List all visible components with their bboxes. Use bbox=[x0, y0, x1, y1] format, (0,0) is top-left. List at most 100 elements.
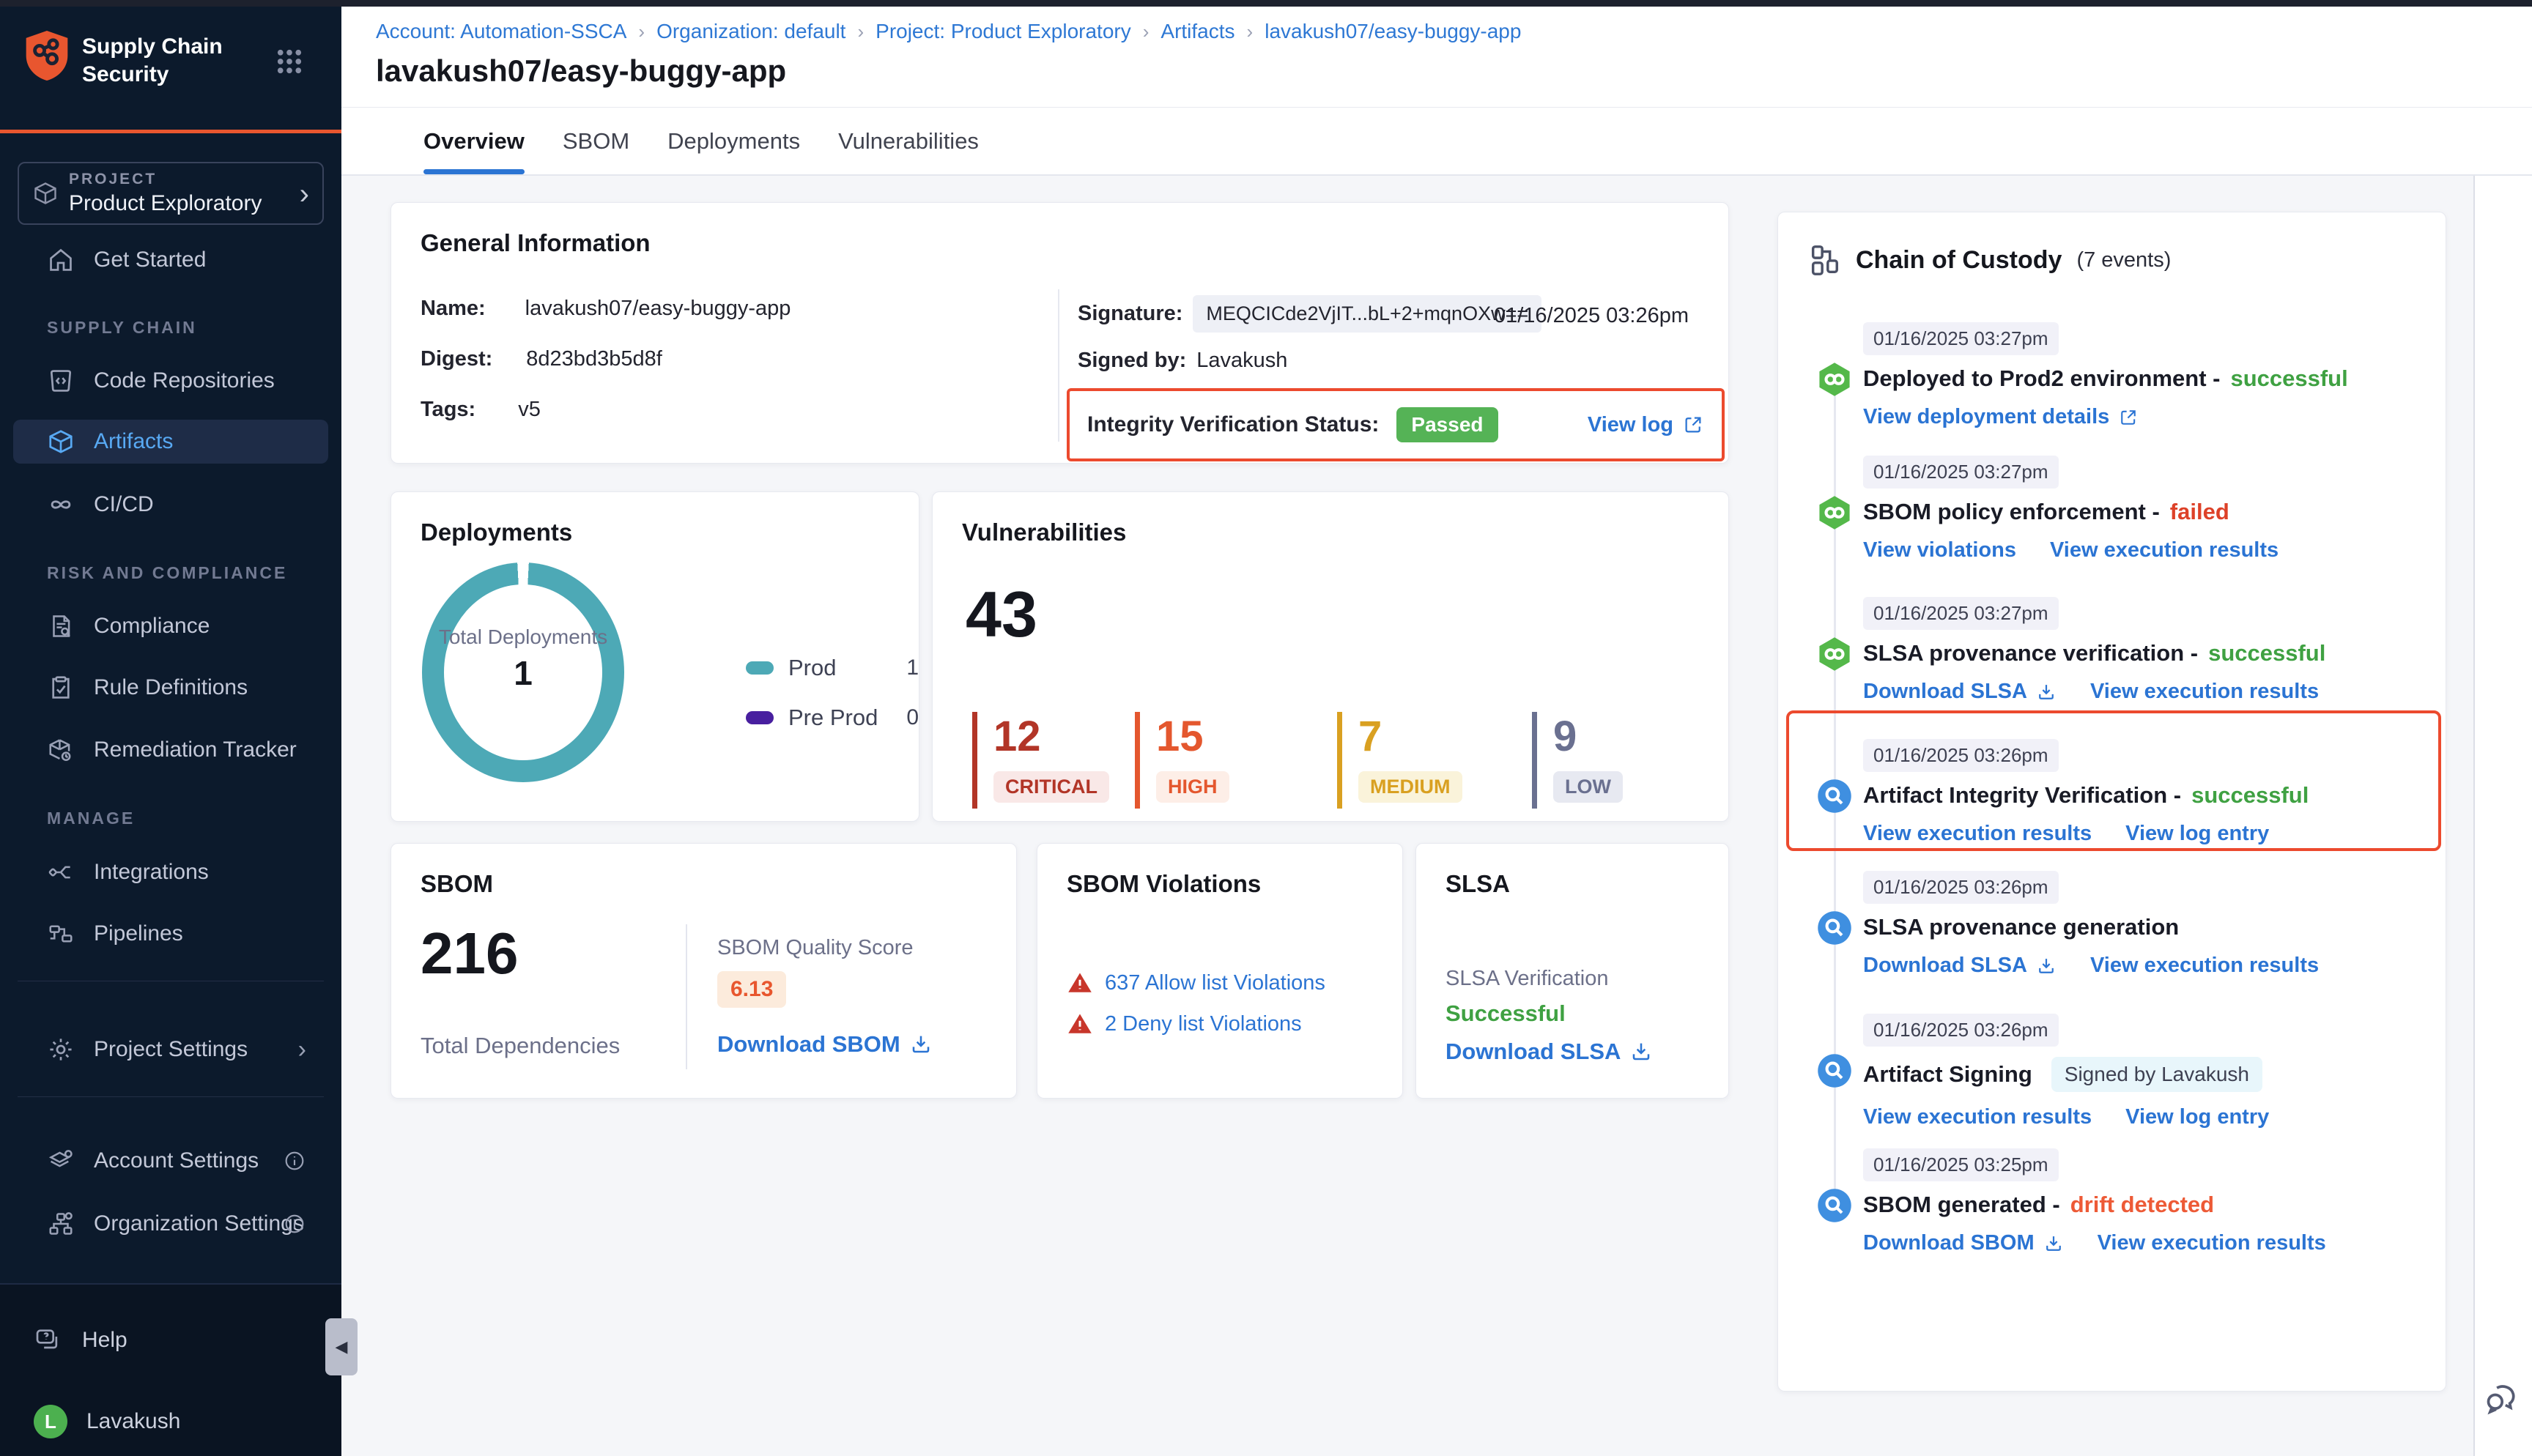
legend-item-preprod: Pre Prod 0 bbox=[746, 705, 919, 731]
chain-event-deployed-prod2: 01/16/2025 03:27pm Deployed to Prod2 env… bbox=[1778, 322, 2446, 429]
sidebar-item-label: Project Settings bbox=[94, 1037, 248, 1062]
download-slsa-link[interactable]: Download SLSA bbox=[1863, 954, 2057, 978]
sidebar-item-cicd[interactable]: CI/CD bbox=[13, 483, 328, 527]
event-title: SLSA provenance verification - bbox=[1863, 640, 2198, 666]
deny-list-violations-row: 2 Deny list Violations bbox=[1067, 1011, 1302, 1037]
sidebar-item-code-repositories[interactable]: Code Repositories bbox=[13, 359, 328, 403]
signature-value-chip: MEQCICde2VjIT...bL+2+mqnOXw== bbox=[1193, 295, 1541, 333]
artifact-name-value: lavakush07/easy-buggy-app bbox=[525, 297, 791, 321]
sbom-total: 216 bbox=[421, 920, 518, 987]
tab-vulnerabilities[interactable]: Vulnerabilities bbox=[838, 107, 979, 176]
view-execution-results-link[interactable]: View execution results bbox=[2090, 680, 2319, 704]
feedback-chat-icon[interactable] bbox=[2481, 1377, 2522, 1418]
breadcrumb-separator: › bbox=[638, 21, 645, 43]
view-execution-results-link[interactable]: View execution results bbox=[1863, 822, 2092, 846]
view-execution-results-link[interactable]: View execution results bbox=[2050, 538, 2279, 562]
slsa-verification-label: SLSA Verification bbox=[1445, 967, 1608, 991]
sidebar-item-artifacts[interactable]: Artifacts bbox=[13, 420, 328, 464]
app-switcher-grid-icon[interactable] bbox=[274, 46, 305, 77]
chain-events-count: (7 events) bbox=[2076, 248, 2171, 272]
download-icon bbox=[1629, 1040, 1653, 1063]
sidebar-item-pipelines[interactable]: Pipelines bbox=[13, 912, 328, 956]
view-execution-results-link[interactable]: View execution results bbox=[1863, 1105, 2092, 1129]
chain-event-artifact-integrity: 01/16/2025 03:26pm Artifact Integrity Ve… bbox=[1778, 739, 2446, 846]
user-name: Lavakush bbox=[86, 1409, 180, 1434]
low-count: 9 bbox=[1553, 712, 1623, 761]
sidebar-item-integrations[interactable]: Integrations bbox=[13, 850, 328, 894]
warning-triangle-icon bbox=[1067, 1011, 1093, 1037]
stat-critical: 12 CRITICAL bbox=[972, 712, 1109, 809]
download-sbom-link[interactable]: Download SBOM bbox=[1863, 1231, 2064, 1255]
card-title: Deployments bbox=[421, 519, 572, 546]
general-information-card: General Information Name: lavakush07/eas… bbox=[390, 202, 1729, 464]
tags-label: Tags: bbox=[421, 398, 475, 422]
sidebar-section-manage: MANAGE bbox=[47, 809, 135, 828]
signing-search-icon bbox=[1815, 1052, 1854, 1090]
download-icon bbox=[2043, 1233, 2064, 1254]
donut-center-text: Total Deployments 1 bbox=[422, 624, 624, 693]
event-title: Artifact Integrity Verification - bbox=[1863, 782, 2181, 809]
tab-deployments[interactable]: Deployments bbox=[667, 107, 800, 176]
vulnerabilities-total: 43 bbox=[966, 577, 1037, 652]
sidebar-item-compliance[interactable]: Compliance bbox=[13, 604, 328, 648]
sidebar-collapse-handle[interactable]: ◀ bbox=[325, 1318, 358, 1375]
sidebar-item-rule-definitions[interactable]: Rule Definitions bbox=[13, 666, 328, 710]
user-menu[interactable]: L Lavakush bbox=[34, 1405, 180, 1438]
sidebar-item-label: Pipelines bbox=[94, 921, 183, 946]
view-execution-results-link[interactable]: View execution results bbox=[2098, 1231, 2326, 1255]
breadcrumb-organization[interactable]: Organization: default bbox=[656, 20, 845, 43]
slsa-card: SLSA SLSA Verification Successful Downlo… bbox=[1415, 843, 1729, 1099]
breadcrumb-artifacts[interactable]: Artifacts bbox=[1160, 20, 1234, 43]
view-execution-results-link[interactable]: View execution results bbox=[2090, 954, 2319, 978]
event-title: SBOM generated - bbox=[1863, 1192, 2060, 1218]
project-selector[interactable]: PROJECT Product Exploratory › bbox=[18, 162, 324, 225]
event-timestamp: 01/16/2025 03:26pm bbox=[1863, 1014, 2059, 1047]
card-title: SBOM bbox=[421, 870, 493, 898]
tab-sbom[interactable]: SBOM bbox=[563, 107, 629, 176]
allow-list-violations-row: 637 Allow list Violations bbox=[1067, 970, 1325, 996]
generation-search-icon bbox=[1815, 909, 1854, 947]
name-label: Name: bbox=[421, 297, 486, 321]
event-timestamp: 01/16/2025 03:27pm bbox=[1863, 456, 2059, 489]
legend-item-prod: Prod 1 bbox=[746, 655, 919, 681]
help-label: Help bbox=[82, 1328, 127, 1353]
sidebar-item-project-settings[interactable]: Project Settings › bbox=[13, 1028, 328, 1071]
breadcrumb-account[interactable]: Account: Automation-SSCA bbox=[376, 20, 626, 43]
sidebar-item-label: Artifacts bbox=[94, 429, 173, 454]
view-violations-link[interactable]: View violations bbox=[1863, 538, 2016, 562]
artifacts-cube-icon bbox=[47, 428, 75, 456]
sidebar-item-account-settings[interactable]: Account Settings bbox=[13, 1139, 328, 1183]
view-log-entry-link[interactable]: View log entry bbox=[2125, 822, 2269, 846]
view-log-link[interactable]: View log bbox=[1588, 413, 1704, 437]
allow-list-violations-link[interactable]: 637 Allow list Violations bbox=[1105, 971, 1325, 995]
tags-value: v5 bbox=[518, 398, 541, 422]
help-button[interactable]: Help bbox=[34, 1326, 127, 1355]
download-slsa-link[interactable]: Download SLSA bbox=[1863, 680, 2057, 704]
page-header: Account: Automation-SSCA › Organization: … bbox=[341, 7, 2532, 176]
donut-total-value: 1 bbox=[422, 653, 624, 693]
event-timestamp: 01/16/2025 03:27pm bbox=[1863, 597, 2059, 630]
sidebar-item-remediation-tracker[interactable]: Remediation Tracker bbox=[13, 728, 328, 772]
download-slsa-link[interactable]: Download SLSA bbox=[1445, 1039, 1653, 1065]
deny-list-violations-link[interactable]: 2 Deny list Violations bbox=[1105, 1012, 1302, 1036]
event-timestamp: 01/16/2025 03:25pm bbox=[1863, 1148, 2059, 1181]
download-sbom-link[interactable]: Download SBOM bbox=[717, 1031, 933, 1058]
sidebar-section-supply-chain: SUPPLY CHAIN bbox=[47, 318, 197, 338]
preprod-legend-value: 0 bbox=[906, 705, 919, 730]
sidebar-item-get-started[interactable]: Get Started bbox=[13, 238, 328, 282]
integrations-share-icon bbox=[47, 858, 75, 886]
breadcrumb-current[interactable]: lavakush07/easy-buggy-app bbox=[1265, 20, 1521, 43]
breadcrumb-project[interactable]: Project: Product Exploratory bbox=[876, 20, 1131, 43]
event-status: successful bbox=[2230, 365, 2347, 392]
verification-search-icon bbox=[1815, 777, 1854, 815]
sidebar-item-organization-settings[interactable]: Organization Settings bbox=[13, 1202, 328, 1246]
brand-accent-divider bbox=[0, 130, 341, 133]
digest-label: Digest: bbox=[421, 347, 492, 371]
breadcrumb-separator: › bbox=[857, 21, 864, 43]
tab-overview[interactable]: Overview bbox=[423, 107, 525, 176]
sidebar-section-risk: RISK AND COMPLIANCE bbox=[47, 563, 287, 583]
view-deployment-details-link[interactable]: View deployment details bbox=[1863, 405, 2139, 429]
view-log-entry-link[interactable]: View log entry bbox=[2125, 1105, 2269, 1129]
card-title: Vulnerabilities bbox=[962, 519, 1126, 546]
preprod-legend-swatch bbox=[746, 711, 774, 724]
